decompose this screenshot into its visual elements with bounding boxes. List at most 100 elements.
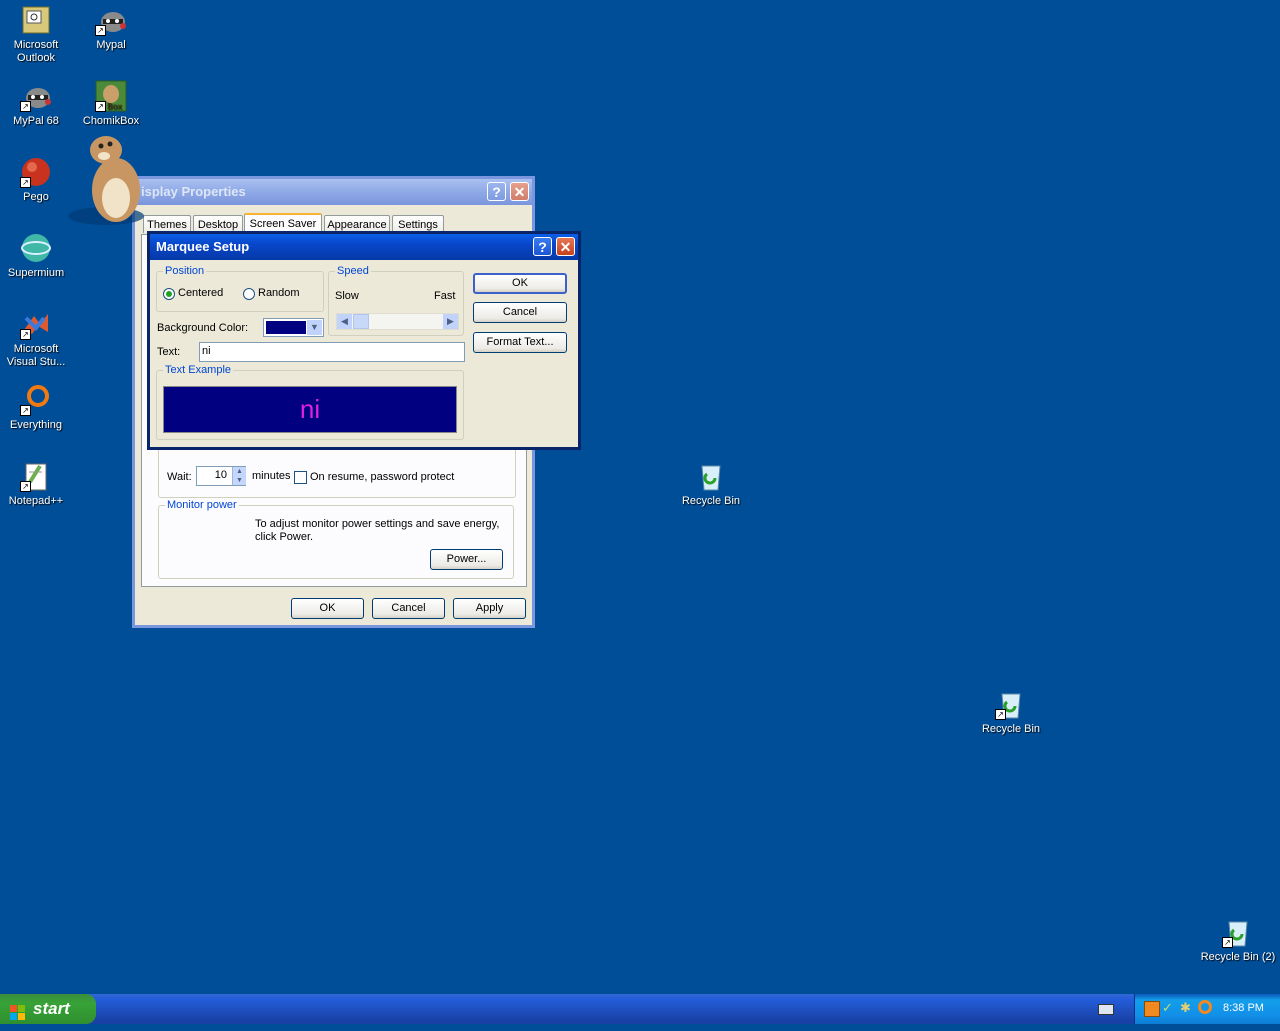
ok-button[interactable]: OK: [473, 273, 567, 294]
apply-button[interactable]: Apply: [453, 598, 526, 619]
icon-label: ChomikBox: [82, 115, 140, 127]
marquee-setup-dialog: Marquee Setup ? ✕ Position Centered Rand…: [147, 231, 581, 450]
chevron-down-icon[interactable]: ▼: [307, 320, 322, 335]
start-label: start: [33, 999, 70, 1018]
color-swatch: [266, 321, 306, 334]
background-color-label: Background Color:: [157, 322, 249, 334]
preview-text: ni: [299, 394, 321, 424]
icon-label: Notepad++: [8, 495, 64, 507]
speed-scrollbar[interactable]: ◀ ▶: [336, 313, 459, 330]
position-legend: Position: [165, 265, 205, 277]
close-icon[interactable]: ✕: [510, 182, 529, 201]
raccoon-icon: ↗: [95, 4, 127, 36]
desktop-icon-recycle-bin[interactable]: Recycle Bin: [673, 460, 749, 508]
desktop-icon-recycle-bin-shortcut[interactable]: ↗ Recycle Bin: [973, 688, 1049, 736]
desktop-icon-notepad-plus-plus[interactable]: ↗ Notepad++: [0, 460, 74, 508]
wait-label: Wait:: [167, 471, 192, 483]
icon-label: Supermium: [7, 267, 65, 279]
icon-label: Microsoft Visual Stu...: [6, 343, 66, 368]
desktop-icon-supermium[interactable]: Supermium: [0, 232, 74, 280]
desktop-icon-microsoft-outlook[interactable]: Microsoft Outlook: [0, 4, 74, 65]
background-color-dropdown[interactable]: ▼: [263, 318, 324, 337]
everything-icon: ↗: [20, 384, 52, 416]
text-label: Text:: [157, 346, 181, 358]
icon-label: Recycle Bin: [981, 723, 1041, 735]
slow-label: Slow: [335, 290, 359, 302]
start-button[interactable]: start: [0, 994, 96, 1024]
recycle-bin-icon: ↗: [995, 688, 1027, 720]
icon-label: Everything: [10, 419, 62, 431]
icon-label: MyPal 68: [13, 115, 59, 127]
shortcut-arrow-icon: ↗: [20, 405, 31, 416]
tray-app-icon[interactable]: [1144, 1001, 1160, 1017]
dialog-title: Marquee Setup: [156, 239, 250, 254]
desktop-icon-recycle-bin-2[interactable]: ↗ Recycle Bin (2): [1196, 916, 1280, 964]
chomikbox-icon: Box ↗: [95, 80, 127, 112]
help-icon[interactable]: ?: [487, 182, 506, 201]
centered-label: Centered: [178, 287, 224, 299]
desktop-icon-everything[interactable]: ↗ Everything: [0, 384, 74, 432]
icon-label: Mypal: [96, 39, 126, 51]
outlook-icon: [20, 4, 52, 36]
notepad-plus-plus-icon: ↗: [20, 460, 52, 492]
icon-label: Microsoft Outlook: [13, 39, 59, 64]
shortcut-arrow-icon: ↗: [20, 481, 31, 492]
window-title: isplay Properties: [141, 184, 246, 199]
marquee-preview: ni: [163, 386, 457, 433]
shortcut-arrow-icon: ↗: [995, 709, 1006, 720]
cancel-button[interactable]: Cancel: [473, 302, 567, 323]
cancel-button[interactable]: Cancel: [372, 598, 445, 619]
random-radio[interactable]: [243, 288, 255, 300]
desktop-icon-visual-studio[interactable]: ↗ Microsoft Visual Stu...: [0, 308, 74, 369]
display-properties-titlebar[interactable]: isplay Properties ? ✕: [135, 179, 532, 205]
keyboard-icon[interactable]: [1098, 1004, 1114, 1015]
desktop-icon-pego[interactable]: ↗ Pego: [0, 156, 74, 204]
fast-label: Fast: [434, 290, 456, 302]
shortcut-arrow-icon: ↗: [1222, 937, 1233, 948]
monitor-power-legend: Monitor power: [167, 499, 237, 511]
wait-spinner[interactable]: ▲ ▼: [232, 467, 246, 485]
format-text-button[interactable]: Format Text...: [473, 332, 567, 353]
taskbar: start ✓ ✱ 8:38 PM: [0, 994, 1280, 1024]
password-protect-checkbox[interactable]: [294, 471, 307, 484]
system-tray: ✓ ✱ 8:38 PM: [1134, 994, 1280, 1024]
raccoon-icon: ↗: [20, 80, 52, 112]
scroll-right-icon[interactable]: ▶: [443, 314, 458, 329]
marquee-text-input[interactable]: ni: [199, 342, 465, 362]
desktop-icon-mypal-68[interactable]: ↗ MyPal 68: [0, 80, 74, 128]
clock[interactable]: 8:38 PM: [1223, 1002, 1264, 1014]
monitor-power-text: To adjust monitor power settings and sav…: [255, 518, 500, 543]
speed-legend: Speed: [337, 265, 369, 277]
text-example-legend: Text Example: [165, 364, 232, 376]
ok-button[interactable]: OK: [291, 598, 364, 619]
desktop-icon-mypal[interactable]: ↗ Mypal: [73, 4, 149, 52]
centered-radio[interactable]: [163, 288, 175, 300]
supermium-icon: [20, 232, 52, 264]
password-protect-label: On resume, password protect: [310, 471, 455, 483]
marquee-setup-titlebar[interactable]: Marquee Setup ? ✕: [150, 234, 578, 260]
minutes-label: minutes: [252, 470, 291, 482]
shortcut-arrow-icon: ↗: [20, 329, 31, 340]
desktop-icon-chomikbox[interactable]: Box ↗ ChomikBox: [73, 80, 149, 128]
icon-label: Recycle Bin (2): [1200, 951, 1276, 963]
help-icon[interactable]: ?: [533, 237, 552, 256]
shortcut-arrow-icon: ↗: [20, 177, 31, 188]
icon-label: Recycle Bin: [681, 495, 741, 507]
tray-everything-icon[interactable]: [1198, 1000, 1212, 1014]
pego-icon: ↗: [20, 156, 52, 188]
speed-thumb[interactable]: [353, 314, 369, 329]
close-icon[interactable]: ✕: [556, 237, 575, 256]
visual-studio-icon: ↗: [20, 308, 52, 340]
power-button[interactable]: Power...: [430, 549, 503, 570]
icon-label: Pego: [23, 191, 49, 203]
hamster-pet[interactable]: [66, 128, 150, 228]
svg-text:Box: Box: [107, 102, 122, 111]
tray-shield-icon[interactable]: ✓: [1162, 1001, 1176, 1015]
windows-logo-icon: [10, 1001, 26, 1020]
shortcut-arrow-icon: ↗: [20, 101, 31, 112]
scroll-left-icon[interactable]: ◀: [337, 314, 352, 329]
recycle-bin-icon: ↗: [1222, 916, 1254, 948]
tray-network-icon[interactable]: ✱: [1180, 1001, 1194, 1015]
shortcut-arrow-icon: ↗: [95, 101, 106, 112]
shortcut-arrow-icon: ↗: [95, 25, 106, 36]
